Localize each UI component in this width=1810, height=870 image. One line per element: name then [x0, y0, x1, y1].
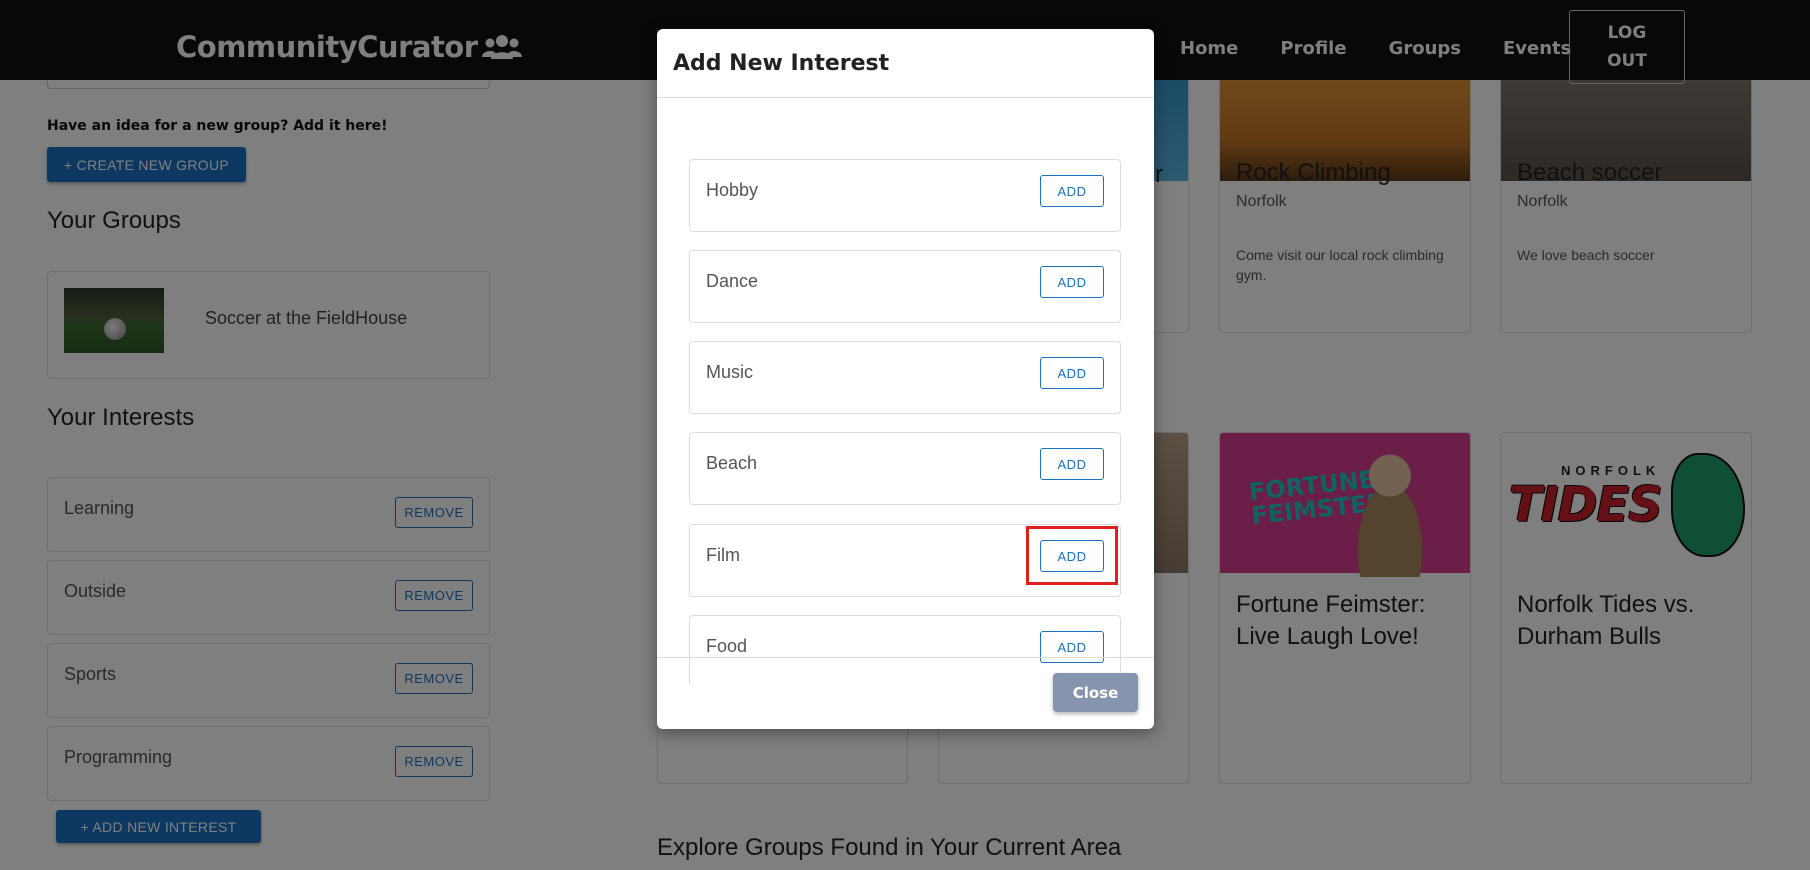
add-interest-button[interactable]: ADD [1040, 175, 1104, 207]
interest-option-dance: Dance ADD [689, 250, 1121, 323]
add-interest-button[interactable]: ADD [1040, 266, 1104, 298]
add-interest-button[interactable]: ADD [1040, 448, 1104, 480]
interest-option-label: Beach [706, 453, 758, 473]
add-interest-button[interactable]: ADD [1040, 540, 1104, 572]
add-interest-button[interactable]: ADD [1040, 357, 1104, 389]
interest-option-beach: Beach ADD [689, 432, 1121, 505]
interest-option-label: Hobby [706, 180, 759, 200]
add-interest-button[interactable]: ADD [1040, 631, 1104, 663]
interest-option-music: Music ADD [689, 341, 1121, 414]
interest-option-label: Food [706, 636, 748, 656]
close-button[interactable]: Close [1053, 673, 1138, 712]
add-interest-modal: Add New Interest Hobby ADD Dance ADD Mus… [657, 29, 1154, 729]
interest-options-list[interactable]: Hobby ADD Dance ADD Music ADD Beach ADD … [657, 98, 1154, 685]
modal-title: Add New Interest [673, 51, 890, 76]
interest-option-hobby: Hobby ADD [689, 159, 1121, 232]
modal-footer-divider [657, 657, 1154, 658]
interest-option-label: Dance [706, 271, 759, 291]
interest-option-film: Film ADD [689, 524, 1121, 597]
interest-option-label: Music [706, 362, 754, 382]
interest-option-label: Film [706, 545, 740, 565]
